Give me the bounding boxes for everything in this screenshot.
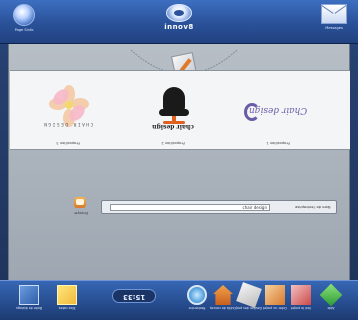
proposal-card-3[interactable]: CHAIR DESIGN Proposition 3: [20, 75, 116, 147]
flower-core: [65, 101, 73, 109]
document-icon: [19, 285, 39, 305]
logo-icon: [166, 4, 192, 22]
send-button[interactable]: Envoyer: [69, 196, 93, 215]
messages-button[interactable]: Messages: [312, 4, 356, 30]
dock-help-button[interactable]: Aide: [318, 283, 344, 310]
green-diamond-icon: [319, 283, 343, 307]
dock-notes-label: Bloc notes: [58, 306, 76, 310]
dock-search-button[interactable]: Recherche: [184, 285, 210, 310]
send-label: Envoyer: [74, 211, 88, 215]
bottom-dock: Boite de dialogue Bloc notes 15:33 Reche…: [0, 280, 358, 320]
company-name-input[interactable]: [110, 204, 270, 211]
dock-notes-button[interactable]: Bloc notes: [54, 285, 80, 310]
dock-create-label: Créer un projet: [262, 306, 288, 310]
company-name-label: Nom de l'entreprise: [294, 205, 331, 209]
messages-label: Messages: [325, 26, 343, 30]
company-name-bar: Nom de l'entreprise: [101, 200, 337, 214]
document-red-icon: [291, 285, 311, 305]
proposal-label-2: Proposition 2: [161, 141, 185, 145]
proposal-label-1: Proposition 1: [266, 141, 290, 145]
dock-view-label: Voir le projet: [290, 306, 312, 310]
home-button[interactable]: Page Sinfo: [2, 4, 46, 32]
clock-display: 15:33: [112, 289, 156, 303]
send-icon: [73, 196, 89, 210]
logo-text: innov8: [164, 23, 194, 31]
globe-icon: [13, 4, 35, 26]
dock-design-tools-label: Outils de conception: [210, 306, 236, 310]
magnifier-icon: [187, 285, 207, 305]
dock-create-button[interactable]: Créer un projet: [262, 285, 288, 310]
envelope-icon: [321, 4, 347, 24]
search-row: Envoyer Nom de l'entreprise: [69, 196, 339, 226]
home-label: Page Sinfo: [14, 28, 34, 32]
dock-help-label: Aide: [327, 306, 335, 310]
proposal-card-1[interactable]: Chair design Proposition 1: [230, 75, 326, 147]
app-logo: innov8: [154, 4, 204, 31]
dock-dialog-button[interactable]: Boite de dialogue: [16, 285, 42, 310]
chair-seat-shape: [159, 109, 189, 116]
proposal-label-3: Proposition 3: [56, 141, 80, 145]
dock-projects-label: Gestion des projets: [236, 306, 262, 310]
dock-projects-button[interactable]: Gestion des projets: [236, 282, 262, 310]
app-window: Page Sinfo innov8 Messages de logo Conce…: [0, 0, 358, 320]
pen-icon: [236, 282, 262, 308]
proposals-strip: Chair design Proposition 1 chair design …: [10, 70, 350, 150]
document-orange-icon: [265, 285, 285, 305]
proposal-card-2[interactable]: chair design Proposition 2: [125, 75, 221, 147]
clock-text: 15:33: [122, 293, 146, 301]
top-bar: Page Sinfo innov8 Messages: [0, 0, 358, 44]
house-icon: [213, 285, 233, 305]
sticky-notes-icon: [57, 285, 77, 305]
proposal-logo-2: [125, 83, 221, 127]
dock-design-tools-button[interactable]: Outils de conception: [210, 285, 236, 310]
proposal-brand-2: chair design: [152, 123, 194, 130]
dock-dialog-label: Boite de dialogue: [16, 306, 42, 310]
proposal-brand-1: Chair design: [248, 105, 308, 115]
dock-search-label: Recherche: [188, 306, 206, 310]
proposal-brand-3: CHAIR DESIGN: [42, 121, 94, 126]
dock-view-button[interactable]: Voir le projet: [288, 285, 314, 310]
